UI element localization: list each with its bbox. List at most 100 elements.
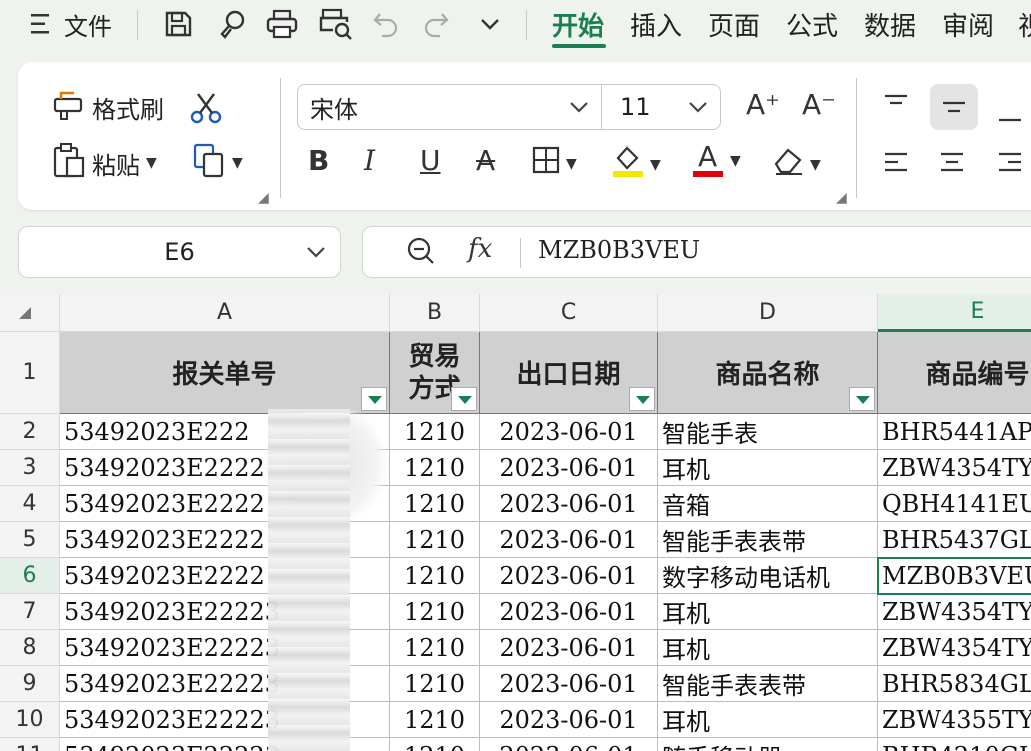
- header-cell-e[interactable]: 商品编号: [878, 332, 1031, 414]
- cell-c[interactable]: 2023-06-01: [480, 522, 658, 558]
- cell-c[interactable]: 2023-06-01: [480, 594, 658, 630]
- align-bottom-icon[interactable]: [996, 96, 1028, 128]
- column-header-d[interactable]: D: [658, 294, 878, 332]
- tab-review[interactable]: 审阅: [942, 4, 994, 44]
- cell-e[interactable]: ZBW4354TY: [878, 450, 1031, 486]
- name-box[interactable]: E6: [18, 226, 341, 278]
- column-header-c[interactable]: C: [480, 294, 658, 332]
- copy-button[interactable]: ▼: [192, 142, 243, 184]
- dialog-launcher-icon[interactable]: ◢: [836, 190, 847, 206]
- print-preview-icon[interactable]: [318, 6, 354, 42]
- font-color-button[interactable]: A ▼: [692, 140, 741, 178]
- filter-dropdown-icon[interactable]: [629, 387, 655, 411]
- cell-c[interactable]: 2023-06-01: [480, 486, 658, 522]
- align-center-icon[interactable]: [938, 146, 970, 178]
- tab-formula[interactable]: 公式: [786, 4, 838, 44]
- align-right-icon[interactable]: [996, 146, 1028, 178]
- paste-button[interactable]: 粘贴 ▼: [52, 142, 157, 184]
- more-icon[interactable]: [474, 6, 506, 42]
- cell-d[interactable]: 数字移动电话机: [658, 558, 878, 594]
- row-header[interactable]: 10: [0, 702, 60, 738]
- cell-e[interactable]: BHR5437GL: [878, 522, 1031, 558]
- cell-b[interactable]: 1210: [390, 594, 480, 630]
- cell-b[interactable]: 1210: [390, 702, 480, 738]
- spreadsheet-grid[interactable]: ABCDE1234567891011报关单号贸易方式出口日期商品名称商品编号53…: [0, 294, 1031, 751]
- file-menu[interactable]: 文件: [64, 6, 112, 42]
- underline-button[interactable]: U: [420, 144, 441, 177]
- cell-b[interactable]: 1210: [390, 450, 480, 486]
- header-cell-b[interactable]: 贸易 方式: [390, 332, 480, 414]
- cell-c[interactable]: 2023-06-01: [480, 630, 658, 666]
- cell-d[interactable]: 耳机: [658, 450, 878, 486]
- tab-view[interactable]: 视: [1018, 4, 1031, 44]
- header-cell-d[interactable]: 商品名称: [658, 332, 878, 414]
- cell-e[interactable]: QBH4141EU: [878, 486, 1031, 522]
- format-painter-button[interactable]: 格式刷: [52, 86, 164, 128]
- cell-e[interactable]: BHR4210GL: [878, 738, 1031, 751]
- increase-font-button[interactable]: A⁺: [746, 88, 780, 121]
- tab-data[interactable]: 数据: [864, 4, 916, 44]
- cell-d[interactable]: 智能手表: [658, 414, 878, 450]
- cell-e[interactable]: ZBW4354TY: [878, 630, 1031, 666]
- column-header-b[interactable]: B: [390, 294, 480, 332]
- italic-button[interactable]: I: [364, 144, 375, 177]
- cell-e[interactable]: ZBW4354TY: [878, 594, 1031, 630]
- cell-e[interactable]: BHR5834GL: [878, 666, 1031, 702]
- cell-b[interactable]: 1210: [390, 738, 480, 751]
- font-size-select[interactable]: 11: [601, 84, 721, 130]
- borders-button[interactable]: ▼: [532, 146, 577, 181]
- cell-c[interactable]: 2023-06-01: [480, 702, 658, 738]
- function-icon[interactable]: fx: [468, 234, 492, 264]
- cell-c[interactable]: 2023-06-01: [480, 450, 658, 486]
- cell-b[interactable]: 1210: [390, 522, 480, 558]
- header-cell-c[interactable]: 出口日期: [480, 332, 658, 414]
- row-header[interactable]: 6: [0, 558, 60, 594]
- cell-d[interactable]: 随手移动器: [658, 738, 878, 751]
- cell-e[interactable]: BHR5441AP: [878, 414, 1031, 450]
- cell-d[interactable]: 智能手表表带: [658, 522, 878, 558]
- fill-color-button[interactable]: ▼: [612, 144, 661, 185]
- cell-e[interactable]: MZB0B3VEU: [878, 558, 1031, 594]
- cell-d[interactable]: 耳机: [658, 702, 878, 738]
- print-icon[interactable]: [264, 6, 300, 42]
- cell-b[interactable]: 1210: [390, 666, 480, 702]
- tab-insert[interactable]: 插入: [630, 4, 682, 44]
- bold-button[interactable]: B: [308, 144, 329, 177]
- cell-c[interactable]: 2023-06-01: [480, 666, 658, 702]
- chevron-down-icon[interactable]: ▼: [146, 155, 157, 171]
- row-header[interactable]: 11: [0, 738, 60, 751]
- menu-icon[interactable]: [28, 6, 52, 42]
- cell-d[interactable]: 智能手表表带: [658, 666, 878, 702]
- row-header[interactable]: 3: [0, 450, 60, 486]
- formula-value[interactable]: MZB0B3VEU: [538, 236, 700, 264]
- cell-c[interactable]: 2023-06-01: [480, 558, 658, 594]
- row-header[interactable]: 2: [0, 414, 60, 450]
- cell-b[interactable]: 1210: [390, 558, 480, 594]
- cell-b[interactable]: 1210: [390, 414, 480, 450]
- undo-icon[interactable]: [370, 6, 402, 42]
- brush-icon[interactable]: [214, 6, 250, 42]
- cell-e[interactable]: ZBW4355TY: [878, 702, 1031, 738]
- cell-d[interactable]: 耳机: [658, 630, 878, 666]
- filter-dropdown-icon[interactable]: [849, 387, 875, 411]
- chevron-down-icon[interactable]: [306, 242, 326, 263]
- cell-b[interactable]: 1210: [390, 630, 480, 666]
- align-top-icon[interactable]: [882, 88, 914, 120]
- align-middle-icon[interactable]: [930, 84, 978, 130]
- column-header-a[interactable]: A: [60, 294, 390, 332]
- cell-b[interactable]: 1210: [390, 486, 480, 522]
- dialog-launcher-icon[interactable]: ◢: [258, 190, 269, 206]
- zoom-out-icon[interactable]: [406, 236, 436, 273]
- select-all-corner[interactable]: [0, 294, 60, 332]
- filter-dropdown-icon[interactable]: [361, 387, 387, 411]
- decrease-font-button[interactable]: A⁻: [802, 88, 836, 121]
- align-left-icon[interactable]: [882, 146, 914, 178]
- row-header[interactable]: 4: [0, 486, 60, 522]
- save-icon[interactable]: [160, 6, 196, 42]
- redo-icon[interactable]: [420, 6, 452, 42]
- cell-c[interactable]: 2023-06-01: [480, 414, 658, 450]
- filter-dropdown-icon[interactable]: [451, 387, 477, 411]
- column-header-e[interactable]: E: [878, 294, 1031, 332]
- cell-d[interactable]: 音箱: [658, 486, 878, 522]
- cell-d[interactable]: 耳机: [658, 594, 878, 630]
